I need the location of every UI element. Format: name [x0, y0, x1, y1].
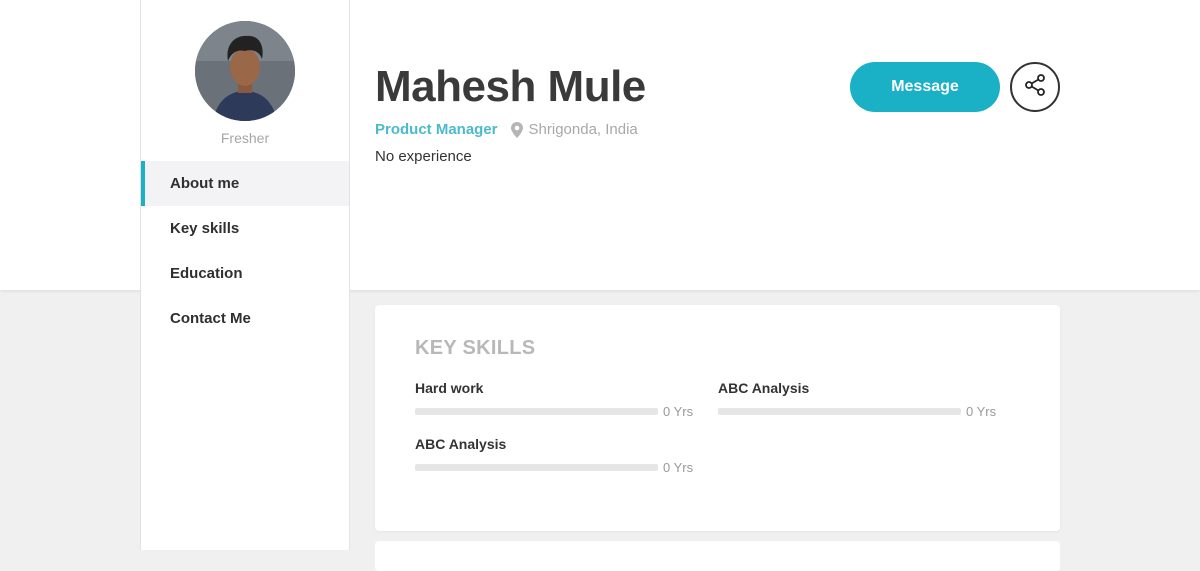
skill-years: 0 Yrs [663, 460, 694, 475]
profile-sidebar: Fresher About me Key skills Education Co… [140, 0, 350, 550]
skill-years: 0 Yrs [663, 404, 694, 419]
role-tag: Fresher [220, 130, 270, 146]
experience-text: No experience [375, 148, 472, 165]
skill-progress-bar [415, 464, 658, 471]
map-pin-icon [510, 121, 523, 138]
skill-item: ABC Analysis 0 Yrs [718, 380, 998, 419]
nav-item-key-skills[interactable]: Key skills [141, 206, 349, 251]
nav-item-about-me[interactable]: About me [141, 161, 349, 206]
avatar [195, 21, 295, 121]
skill-name: Hard work [415, 380, 484, 396]
message-button[interactable]: Message [850, 62, 1000, 112]
next-section-card [375, 541, 1060, 571]
nav-item-contact-me[interactable]: Contact Me [141, 296, 349, 341]
key-skills-title: KEY SKILLS [415, 337, 536, 359]
share-icon [1023, 73, 1047, 102]
skill-name: ABC Analysis [415, 436, 507, 452]
skill-name: ABC Analysis [718, 380, 810, 396]
location-text: Shrigonda, India [528, 121, 638, 138]
sidebar-nav: About me Key skills Education Contact Me [141, 161, 349, 341]
job-title: Product Manager [375, 121, 498, 138]
skill-item: Hard work 0 Yrs [415, 380, 695, 419]
skill-item: ABC Analysis 0 Yrs [415, 436, 695, 475]
skill-progress-bar [718, 408, 961, 415]
skill-years: 0 Yrs [966, 404, 997, 419]
share-button[interactable] [1010, 62, 1060, 112]
nav-item-education[interactable]: Education [141, 251, 349, 296]
skill-progress-bar [415, 408, 658, 415]
profile-subline: Product Manager Shrigonda, India [375, 121, 638, 138]
key-skills-card: KEY SKILLS Hard work 0 Yrs ABC Analysis … [375, 305, 1060, 531]
profile-name: Mahesh Mule [375, 62, 646, 111]
